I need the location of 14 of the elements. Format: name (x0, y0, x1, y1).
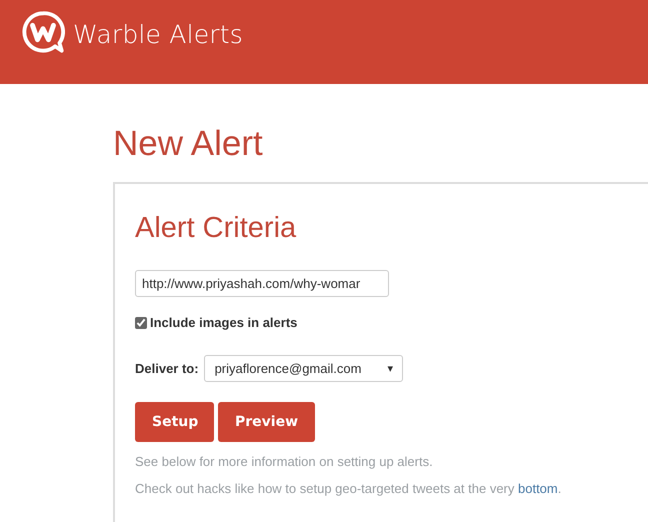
bottom-link[interactable]: bottom (518, 481, 558, 496)
speech-bubble-logo-icon (21, 10, 65, 54)
action-button[interactable]: Setup (135, 402, 214, 442)
email-dropdown[interactable]: priyaflorence@gmail.com ▾ (204, 355, 403, 382)
url-field[interactable]: http://www.priyashah.com/why-womar (135, 270, 389, 297)
brand-name: Warble Alerts (73, 20, 243, 49)
deliver-label: Deliver to: (135, 361, 199, 376)
info-text: See below for more information on setting up alerts. (135, 454, 434, 469)
include-images-checkbox[interactable] (135, 316, 147, 328)
hacks-text: Check out hacks like how to setup geo-targeted tweets at the very bottom. (135, 481, 562, 496)
action-button[interactable]: Preview (218, 402, 315, 442)
checkbox-label: Include images in alerts (150, 315, 298, 330)
card-title: Alert Criteria (135, 211, 298, 246)
page-title: New Alert (113, 123, 264, 165)
